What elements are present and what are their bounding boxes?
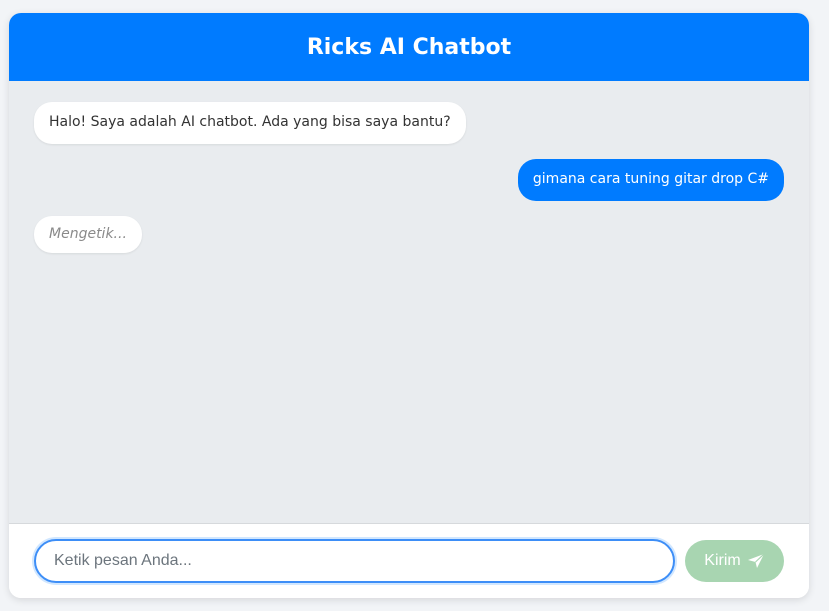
page-title: Ricks AI Chatbot <box>306 34 512 60</box>
paper-plane-icon <box>747 553 765 569</box>
typing-indicator: Mengetik... <box>34 216 142 253</box>
send-button[interactable]: Kirim <box>685 540 784 582</box>
message-input[interactable] <box>34 539 675 583</box>
message-list[interactable]: Halo! Saya adalah AI chatbot. Ada yang b… <box>9 81 809 523</box>
user-message: gimana cara tuning gitar drop C# <box>517 159 784 201</box>
send-button-label: Kirim <box>704 552 741 569</box>
chat-window: Ricks AI Chatbot Halo! Saya adalah AI ch… <box>9 13 809 598</box>
bot-message: Halo! Saya adalah AI chatbot. Ada yang b… <box>34 102 466 144</box>
composer-bar: Kirim <box>9 523 809 598</box>
chat-header: Ricks AI Chatbot <box>9 13 809 81</box>
